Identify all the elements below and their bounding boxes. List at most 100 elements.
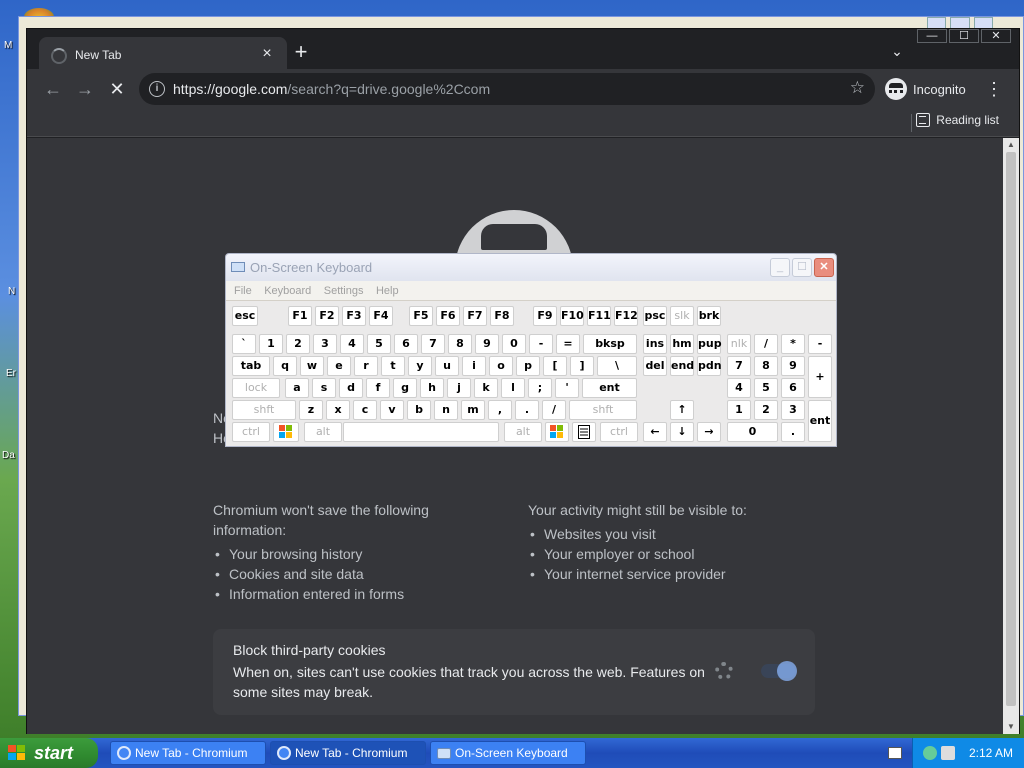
- osk-context-menu-key[interactable]: [572, 422, 596, 442]
- back-arrow-icon[interactable]: ←: [41, 77, 65, 101]
- osk-key[interactable]: i: [462, 356, 486, 376]
- osk-key[interactable]: *: [781, 334, 805, 354]
- osk-key[interactable]: e: [327, 356, 351, 376]
- scroll-down-icon[interactable]: ▼: [1003, 720, 1019, 734]
- stop-loading-icon[interactable]: ✕: [105, 77, 129, 101]
- reading-list-button[interactable]: Reading list: [916, 113, 999, 127]
- osk-key[interactable]: w: [300, 356, 324, 376]
- clock[interactable]: 2:12 AM: [969, 746, 1013, 760]
- osk-key[interactable]: del: [643, 356, 667, 376]
- scrollbar-thumb[interactable]: [1006, 152, 1016, 706]
- osk-key[interactable]: 0: [727, 422, 778, 442]
- tab-close-icon[interactable]: ×: [257, 45, 277, 63]
- osk-key[interactable]: 4: [727, 378, 751, 398]
- osk-key[interactable]: z: [299, 400, 323, 420]
- osk-key[interactable]: u: [435, 356, 459, 376]
- osk-key[interactable]: brk: [697, 306, 721, 326]
- osk-key[interactable]: F12: [614, 306, 638, 326]
- osk-key[interactable]: 1: [727, 400, 751, 420]
- osk-key[interactable]: 5: [754, 378, 778, 398]
- osk-key[interactable]: `: [232, 334, 256, 354]
- osk-key[interactable]: =: [556, 334, 580, 354]
- osk-key[interactable]: n: [434, 400, 458, 420]
- osk-key[interactable]: ': [555, 378, 579, 398]
- osk-key[interactable]: ]: [570, 356, 594, 376]
- osk-key[interactable]: 5: [367, 334, 391, 354]
- osk-key[interactable]: slk: [670, 306, 694, 326]
- osk-key[interactable]: q: [273, 356, 297, 376]
- osk-space-key[interactable]: [343, 422, 499, 442]
- osk-key[interactable]: 4: [340, 334, 364, 354]
- network-icon[interactable]: [941, 746, 955, 760]
- osk-key[interactable]: s: [312, 378, 336, 398]
- osk-key[interactable]: [: [543, 356, 567, 376]
- scroll-up-icon[interactable]: ▲: [1003, 138, 1019, 152]
- osk-key[interactable]: ent: [582, 378, 637, 398]
- osk-key[interactable]: b: [407, 400, 431, 420]
- forward-arrow-icon[interactable]: →: [73, 77, 97, 101]
- osk-key[interactable]: v: [380, 400, 404, 420]
- osk-key[interactable]: -: [808, 334, 832, 354]
- osk-key[interactable]: /: [542, 400, 566, 420]
- osk-key[interactable]: shft: [232, 400, 296, 420]
- taskbar-item-chromium-1[interactable]: New Tab - Chromium: [110, 741, 266, 765]
- bookmark-star-icon[interactable]: ☆: [850, 78, 865, 98]
- new-tab-button[interactable]: +: [289, 41, 313, 65]
- osk-key[interactable]: ins: [643, 334, 667, 354]
- osk-key[interactable]: ↓: [670, 422, 694, 442]
- osk-key[interactable]: F9: [533, 306, 557, 326]
- osk-key[interactable]: .: [515, 400, 539, 420]
- tab-search-chevron-icon[interactable]: ⌄: [887, 43, 907, 63]
- security-shield-icon[interactable]: [923, 746, 937, 760]
- osk-key[interactable]: psc: [643, 306, 667, 326]
- osk-key[interactable]: \: [597, 356, 637, 376]
- osk-key[interactable]: ←: [643, 422, 667, 442]
- osk-key[interactable]: g: [393, 378, 417, 398]
- minimize-button[interactable]: —: [917, 29, 947, 43]
- osk-key[interactable]: /: [754, 334, 778, 354]
- osk-key[interactable]: y: [408, 356, 432, 376]
- osk-key[interactable]: tab: [232, 356, 270, 376]
- osk-key[interactable]: alt: [304, 422, 342, 442]
- osk-key[interactable]: +: [808, 356, 832, 398]
- block-cookies-toggle[interactable]: [761, 661, 797, 681]
- osk-key[interactable]: 1: [259, 334, 283, 354]
- osk-key[interactable]: 7: [421, 334, 445, 354]
- osk-key[interactable]: F10: [560, 306, 584, 326]
- osk-windows-key[interactable]: [545, 422, 569, 442]
- osk-key[interactable]: c: [353, 400, 377, 420]
- osk-key[interactable]: ent: [808, 400, 832, 442]
- osk-key[interactable]: -: [529, 334, 553, 354]
- osk-key[interactable]: ctrl: [232, 422, 270, 442]
- osk-key[interactable]: m: [461, 400, 485, 420]
- osk-key[interactable]: F11: [587, 306, 611, 326]
- osk-key[interactable]: pup: [697, 334, 722, 354]
- osk-key[interactable]: 8: [448, 334, 472, 354]
- address-bar[interactable]: i https://google.com/search?q=drive.goog…: [139, 73, 875, 105]
- osk-key[interactable]: 8: [754, 356, 778, 376]
- osk-windows-key[interactable]: [273, 422, 299, 442]
- osk-key[interactable]: F6: [436, 306, 460, 326]
- url-text[interactable]: https://google.com/search?q=drive.google…: [173, 81, 490, 97]
- taskbar-item-chromium-2[interactable]: New Tab - Chromium: [270, 741, 426, 765]
- osk-key[interactable]: 6: [394, 334, 418, 354]
- osk-key[interactable]: F2: [315, 306, 339, 326]
- start-button[interactable]: start: [0, 738, 98, 768]
- page-scrollbar[interactable]: ▲ ▼: [1003, 138, 1019, 734]
- osk-key[interactable]: ,: [488, 400, 512, 420]
- osk-key[interactable]: l: [501, 378, 525, 398]
- osk-key[interactable]: bksp: [583, 334, 637, 354]
- osk-key[interactable]: F5: [409, 306, 433, 326]
- osk-key[interactable]: F8: [490, 306, 514, 326]
- osk-key[interactable]: 0: [502, 334, 526, 354]
- osk-key[interactable]: 3: [781, 400, 805, 420]
- osk-key[interactable]: hm: [670, 334, 694, 354]
- osk-key[interactable]: ctrl: [600, 422, 638, 442]
- osk-key[interactable]: →: [697, 422, 721, 442]
- osk-key[interactable]: F1: [288, 306, 312, 326]
- site-info-icon[interactable]: i: [149, 81, 165, 97]
- osk-key[interactable]: alt: [504, 422, 542, 442]
- osk-key[interactable]: 3: [313, 334, 337, 354]
- osk-key[interactable]: 2: [754, 400, 778, 420]
- osk-key[interactable]: 6: [781, 378, 805, 398]
